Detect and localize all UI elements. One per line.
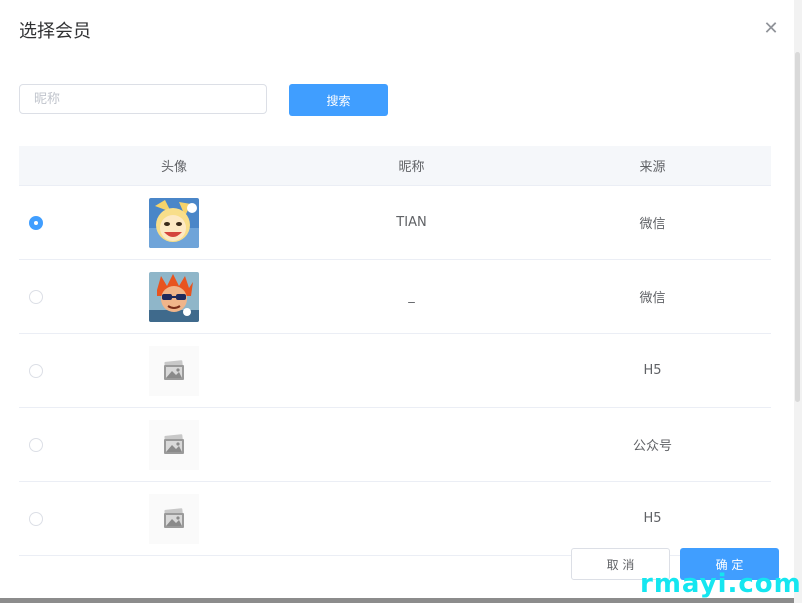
table-row[interactable]: 公众号 — [19, 408, 771, 482]
close-icon[interactable]: ✕ — [760, 18, 782, 40]
image-placeholder-icon — [149, 419, 199, 470]
row-radio[interactable] — [29, 289, 43, 304]
cartoon-avatar — [149, 271, 199, 322]
scrollbar-thumb[interactable] — [795, 52, 800, 402]
header-source: 来源 — [639, 160, 666, 175]
row-source: 微信 — [639, 291, 666, 306]
row-radio-selected[interactable] — [29, 215, 43, 230]
table-row[interactable]: TIAN 微信 — [19, 186, 771, 260]
dialog-title: 选择会员 — [19, 21, 91, 42]
watermark-text: rmayi.com — [640, 569, 802, 599]
anime-avatar — [149, 197, 199, 248]
header-avatar: 头像 — [160, 160, 187, 175]
row-nickname: _ — [408, 289, 415, 304]
nickname-search-input[interactable] — [19, 84, 267, 114]
select-member-dialog: 选择会员 ✕ 搜索 头像 昵称 来源 — [0, 0, 794, 598]
search-button[interactable]: 搜索 — [289, 84, 388, 116]
table-row[interactable]: H5 — [19, 482, 771, 556]
table-row[interactable]: _ 微信 — [19, 260, 771, 334]
row-source: H5 — [643, 363, 662, 378]
row-source: H5 — [643, 511, 662, 526]
table-header: 头像 昵称 来源 — [19, 146, 771, 186]
table-row[interactable]: H5 — [19, 334, 771, 408]
member-table: 头像 昵称 来源 TIAN 微信 _ 微信 H5 公众号 H5 — [19, 146, 771, 556]
header-nickname: 昵称 — [398, 160, 425, 175]
row-radio[interactable] — [29, 437, 43, 452]
page-scrollbar[interactable] — [794, 0, 802, 603]
row-source: 公众号 — [632, 439, 672, 454]
row-radio[interactable] — [29, 511, 43, 526]
row-radio[interactable] — [29, 363, 43, 378]
image-placeholder-icon — [149, 345, 199, 396]
row-source: 微信 — [639, 217, 666, 232]
image-placeholder-icon — [149, 493, 199, 544]
row-nickname: TIAN — [396, 215, 427, 230]
